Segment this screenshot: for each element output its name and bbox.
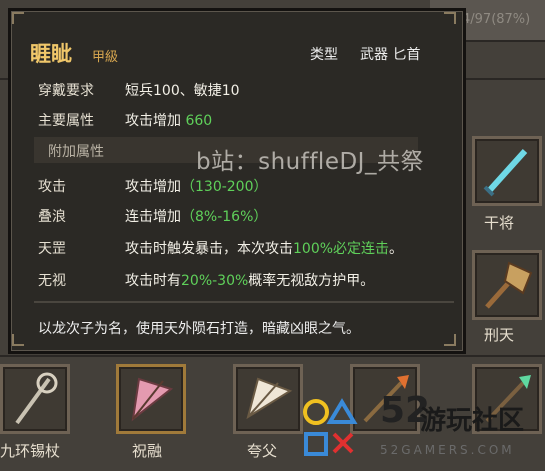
item-type-value: 武器 匕首 (360, 47, 421, 63)
requirement-value: 短兵100、敏捷10 (125, 83, 240, 99)
watermark-text: b站：shuffleDJ_共祭 (196, 149, 424, 175)
logo-name: 游玩社区 (420, 406, 525, 436)
bonus-label: 叠浪 (38, 209, 66, 225)
bonus-value: 攻击时有20%-30%概率无视敌方护甲。 (125, 273, 375, 289)
slot-label: 干将 (484, 214, 515, 232)
inventory-slot-staff[interactable] (0, 364, 70, 434)
divider (34, 301, 454, 303)
tooltip-corner (12, 334, 24, 346)
inventory-slot-ganjiang[interactable] (472, 136, 542, 206)
slot-label: 夸父 (247, 442, 278, 460)
bonus-label: 天罡 (38, 241, 66, 257)
bonus-label: 攻击 (38, 179, 66, 195)
axe-icon (485, 261, 533, 309)
bonus-label: 无视 (38, 273, 66, 289)
inventory-slot-zhurong[interactable] (116, 364, 186, 434)
slot-label: 祝融 (132, 442, 163, 460)
main-attr-value: 攻击增加 660 (125, 113, 213, 129)
bonus-value: 攻击时触发暴击，本次攻击100%必定连击。 (125, 241, 404, 257)
requirement-label: 穿戴要求 (38, 83, 94, 99)
logo-subtext: 52GAMERS.COM (380, 443, 515, 457)
main-attr-number: 660 (185, 113, 213, 129)
bonus-value: 攻击增加（130-200） (125, 179, 268, 195)
sword-icon (483, 148, 528, 197)
fan-icon (131, 377, 174, 422)
item-type-label: 类型 (310, 47, 338, 63)
tooltip-corner (444, 334, 456, 346)
divider (0, 355, 545, 357)
inventory-slot-xingtian[interactable] (472, 250, 542, 320)
tooltip-corner (12, 12, 24, 24)
fan-icon (246, 377, 293, 420)
item-name: 睚眦 (30, 42, 72, 66)
tooltip-corner (444, 12, 456, 24)
slot-label: 九环锡杖 (0, 442, 61, 460)
staff-icon (15, 372, 58, 425)
main-attr-label: 主要属性 (38, 113, 94, 129)
item-grade: 甲級 (92, 50, 119, 65)
slot-label: 刑天 (484, 326, 515, 344)
inventory-counter: 4/97(87%) (462, 12, 531, 27)
inventory-slot-kuafu[interactable] (233, 364, 303, 434)
bonus-value: 连击增加（8%-16%） (125, 209, 268, 225)
item-description: 以龙次子为名，使用天外陨石打造，暗藏凶眼之气。 (38, 321, 360, 337)
